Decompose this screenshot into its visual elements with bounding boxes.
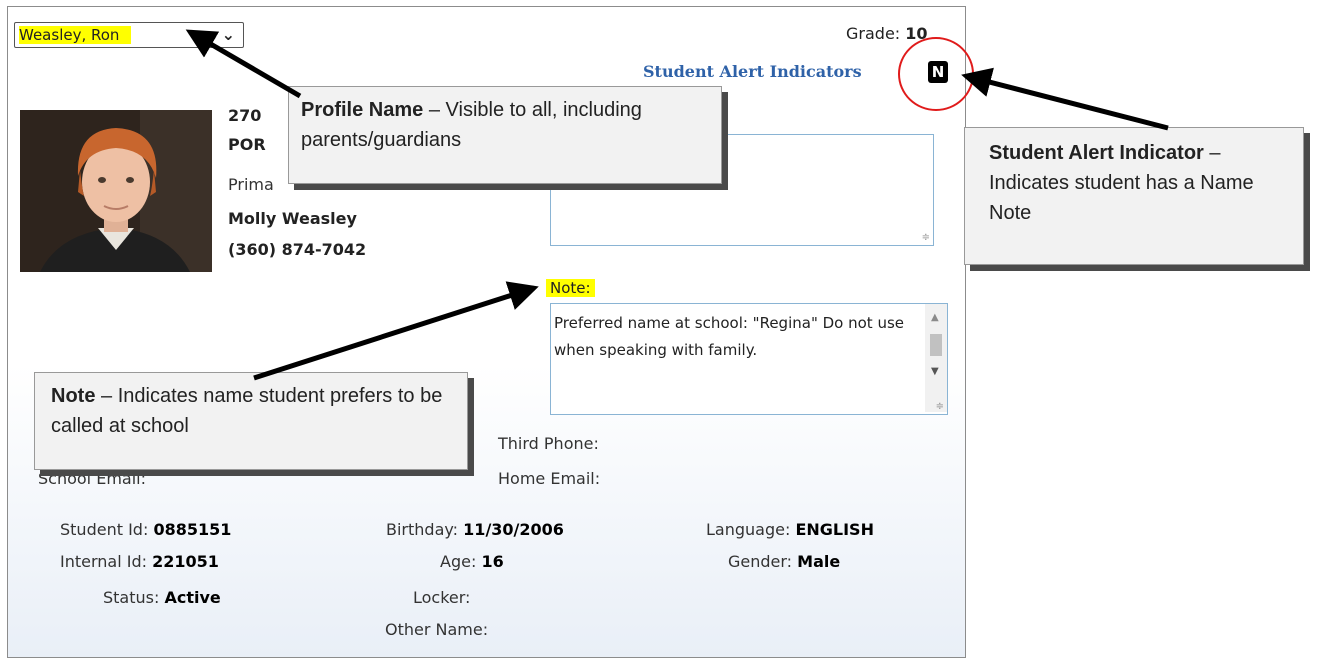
arrow-to-profile-name (185, 29, 302, 99)
annotation-arrows (185, 29, 1169, 381)
arrow-to-alert-badge (961, 67, 1169, 131)
arrow-to-note (253, 281, 539, 381)
